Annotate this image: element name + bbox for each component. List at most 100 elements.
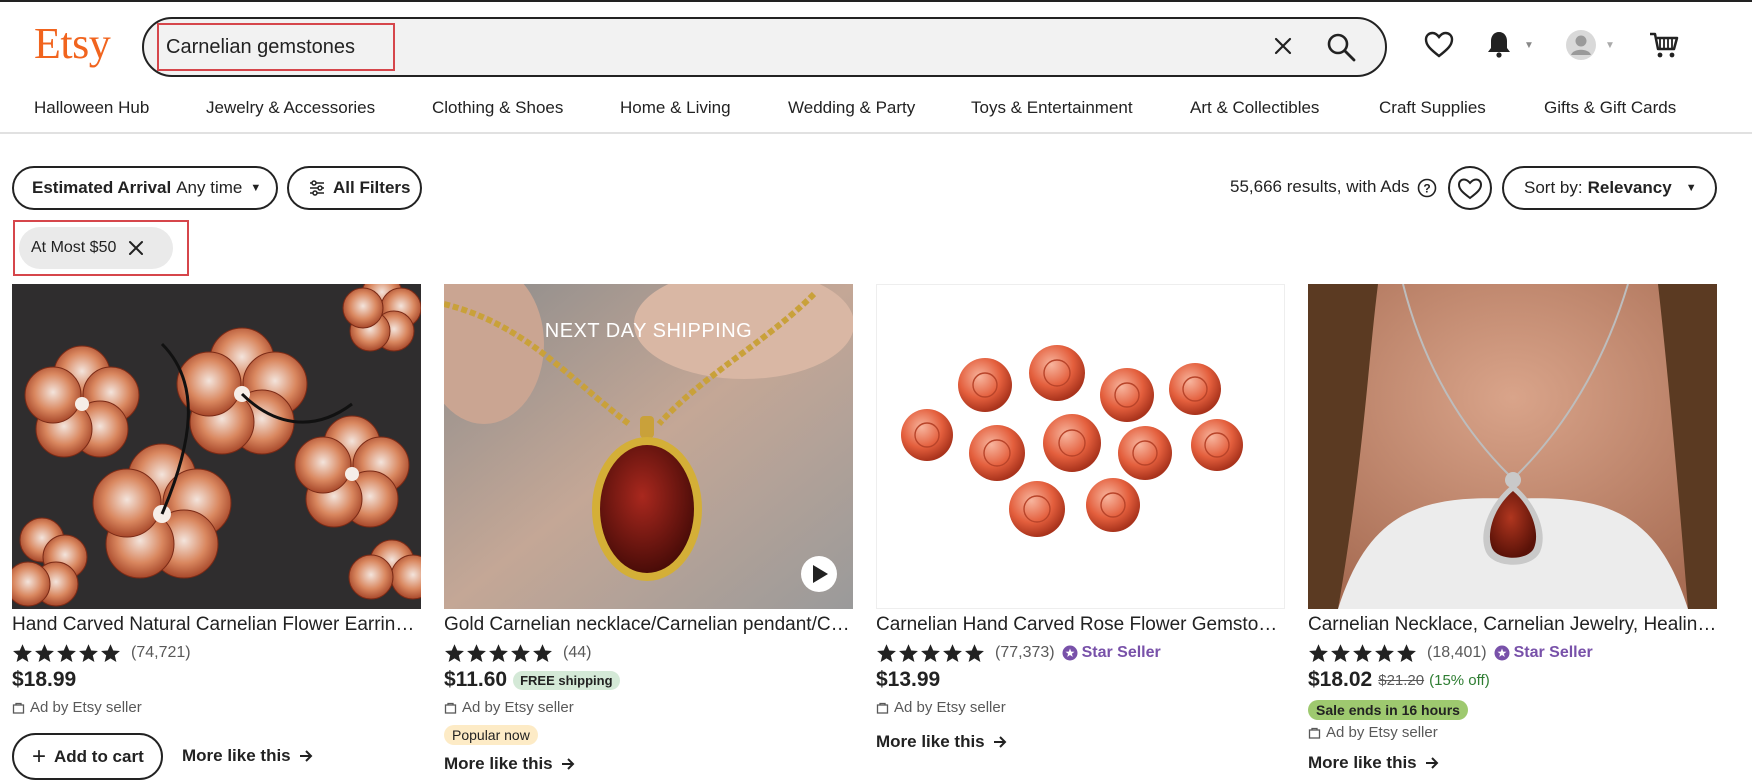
search-input[interactable]: Carnelian gemstones xyxy=(166,36,355,59)
category-wedding-party[interactable]: Wedding & Party xyxy=(788,98,915,118)
star-rating-icons xyxy=(876,643,985,664)
estimated-arrival-dropdown[interactable]: Estimated Arrival Any time ▼ xyxy=(12,166,278,210)
account-dropdown-caret-icon[interactable]: ▼ xyxy=(1605,40,1615,51)
ad-label: Ad by Etsy seller xyxy=(12,699,142,716)
sort-by-dropdown[interactable]: Sort by: Relevancy ▼ xyxy=(1502,166,1717,210)
more-like-this-link[interactable]: More like this xyxy=(1308,753,1439,773)
listing-rating: (44) xyxy=(444,642,591,664)
star-icon xyxy=(13,643,32,662)
star-rating-icons xyxy=(444,643,553,664)
listing-image-carnelian-necklace[interactable] xyxy=(1308,284,1717,609)
category-toys-entertainment[interactable]: Toys & Entertainment xyxy=(971,98,1133,118)
listing-title[interactable]: Carnelian Hand Carved Rose Flower Gemsto… xyxy=(876,614,1285,636)
arrow-right-icon xyxy=(561,758,575,770)
star-icon xyxy=(1331,643,1350,662)
ad-label: Ad by Etsy seller xyxy=(876,699,1006,716)
listing-price: $11.60 xyxy=(444,668,508,691)
star-seller-badge: Star Seller xyxy=(1062,644,1161,662)
star-icon xyxy=(921,643,940,662)
search-icon[interactable] xyxy=(1324,30,1358,64)
star-icon xyxy=(533,643,552,662)
category-home-living[interactable]: Home & Living xyxy=(620,98,731,118)
star-seller-label: Star Seller xyxy=(1513,644,1593,661)
listing-card[interactable]: Carnelian Hand Carved Rose Flower Gemsto… xyxy=(876,284,1285,751)
star-icon xyxy=(445,643,464,662)
review-count: (44) xyxy=(563,644,592,661)
ad-shop-icon xyxy=(876,702,889,714)
star-icon xyxy=(57,643,76,662)
original-price: $21.20 xyxy=(1378,671,1425,689)
star-icon xyxy=(1375,643,1394,662)
more-like-this-label: More like this xyxy=(444,754,553,773)
ad-text: Ad by Etsy seller xyxy=(30,699,142,716)
star-icon xyxy=(965,643,984,662)
save-search-button[interactable] xyxy=(1448,166,1492,210)
review-count: (77,373) xyxy=(995,644,1055,661)
ad-label: Ad by Etsy seller xyxy=(444,699,574,716)
more-like-this-label: More like this xyxy=(1308,753,1417,772)
listing-card[interactable]: Hand Carved Natural Carnelian Flower Ear… xyxy=(12,284,421,780)
star-icon xyxy=(943,643,962,662)
star-icon xyxy=(1397,643,1416,662)
add-to-cart-button[interactable]: + Add to cart xyxy=(12,733,163,780)
listing-title[interactable]: Gold Carnelian necklace/Carnelian pendan… xyxy=(444,614,853,636)
notifications-bell-icon[interactable] xyxy=(1484,29,1514,59)
category-art-collectibles[interactable]: Art & Collectibles xyxy=(1190,98,1319,118)
active-filter-label: At Most $50 xyxy=(31,239,117,256)
star-icon xyxy=(101,643,120,662)
category-craft-supplies[interactable]: Craft Supplies xyxy=(1379,98,1486,118)
price-row: $18.02 $21.20 (15% off) xyxy=(1308,668,1490,692)
free-shipping-badge: FREE shipping xyxy=(513,670,620,690)
ad-shop-icon xyxy=(12,702,25,714)
listing-image-carnelian-rose-beads[interactable] xyxy=(876,284,1285,609)
active-filter-chip[interactable]: At Most $50 xyxy=(19,227,173,269)
star-icon xyxy=(1309,643,1328,662)
favorites-heart-icon[interactable] xyxy=(1424,30,1454,60)
review-count: (74,721) xyxy=(131,644,191,661)
category-halloween-hub[interactable]: Halloween Hub xyxy=(34,98,149,118)
star-icon xyxy=(899,643,918,662)
add-to-cart-label: Add to cart xyxy=(54,746,144,766)
category-clothing-shoes[interactable]: Clothing & Shoes xyxy=(432,98,563,118)
more-like-this-label: More like this xyxy=(876,732,985,751)
listing-title[interactable]: Hand Carved Natural Carnelian Flower Ear… xyxy=(12,614,421,636)
star-rating-icons xyxy=(1308,643,1417,664)
star-icon xyxy=(79,643,98,662)
help-question-icon[interactable]: ? xyxy=(1417,178,1437,198)
listing-rating: (77,373) Star Seller xyxy=(876,642,1161,664)
discount-percent: (15% off) xyxy=(1429,671,1490,689)
more-like-this-link[interactable]: More like this xyxy=(444,754,575,774)
star-seller-icon xyxy=(1494,645,1510,661)
listing-price: $13.99 xyxy=(876,668,941,691)
results-count: 55,666 results, with Ads xyxy=(1230,177,1410,196)
more-like-this-link[interactable]: More like this xyxy=(182,746,313,766)
star-icon xyxy=(877,643,896,662)
bell-dropdown-caret-icon[interactable]: ▼ xyxy=(1524,40,1534,51)
ad-text: Ad by Etsy seller xyxy=(894,699,1006,716)
price-row: $18.99 xyxy=(12,668,76,692)
listing-image-carnelian-pendant[interactable]: NEXT DAY SHIPPING xyxy=(444,284,853,609)
ad-label: Ad by Etsy seller xyxy=(1308,724,1438,741)
category-nav: Halloween Hub Jewelry & Accessories Clot… xyxy=(0,96,1752,134)
top-border xyxy=(0,0,1752,2)
ad-shop-icon xyxy=(444,702,457,714)
account-avatar-icon[interactable] xyxy=(1565,29,1597,61)
etsy-logo[interactable]: Etsy xyxy=(34,18,111,69)
arrow-right-icon xyxy=(299,750,313,762)
all-filters-button[interactable]: All Filters xyxy=(287,166,422,210)
heart-icon xyxy=(1457,178,1483,200)
listing-title[interactable]: Carnelian Necklace, Carnelian Jewelry, H… xyxy=(1308,614,1717,636)
category-gifts-gift-cards[interactable]: Gifts & Gift Cards xyxy=(1544,98,1676,118)
star-icon xyxy=(1353,643,1372,662)
listing-image-carnelian-flowers[interactable] xyxy=(12,284,421,609)
close-icon[interactable] xyxy=(128,240,144,256)
category-jewelry-accessories[interactable]: Jewelry & Accessories xyxy=(206,98,375,118)
listing-card[interactable]: NEXT DAY SHIPPING Gold Carnelian necklac… xyxy=(444,284,853,773)
chevron-down-icon: ▼ xyxy=(1685,182,1697,194)
star-icon xyxy=(511,643,530,662)
clear-search-icon[interactable] xyxy=(1272,35,1294,57)
listing-card[interactable]: Carnelian Necklace, Carnelian Jewelry, H… xyxy=(1308,284,1717,772)
more-like-this-link[interactable]: More like this xyxy=(876,732,1007,752)
svg-text:?: ? xyxy=(1423,182,1430,196)
shopping-cart-icon[interactable] xyxy=(1648,29,1680,61)
